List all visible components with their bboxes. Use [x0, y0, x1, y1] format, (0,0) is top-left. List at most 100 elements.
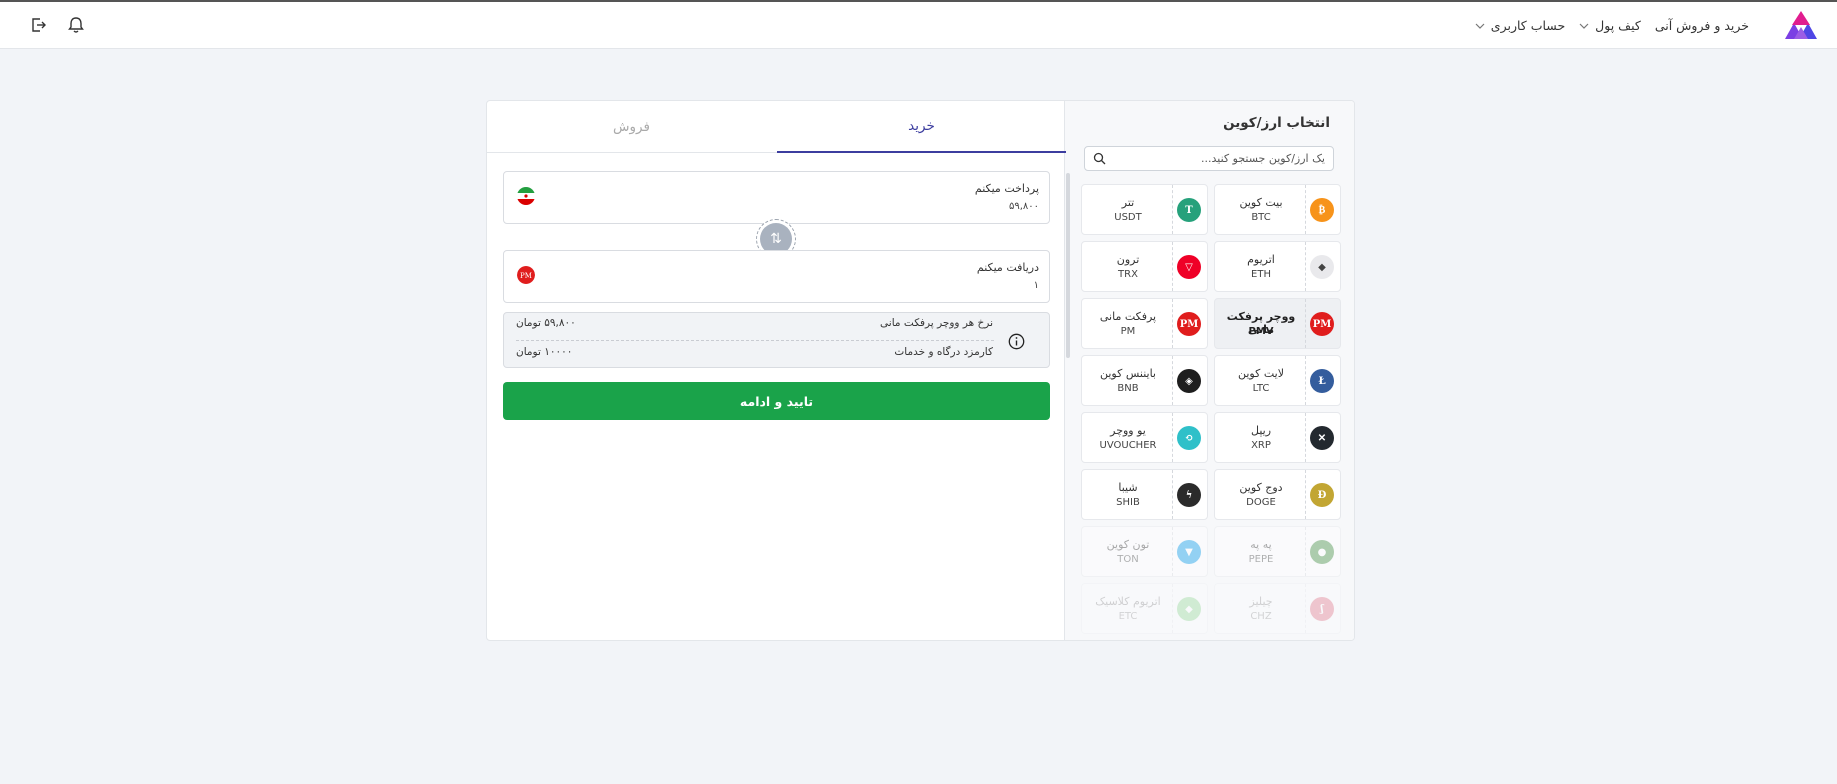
coin-symbol: BTC	[1251, 212, 1271, 223]
nav-account-label: حساب کاربری	[1490, 18, 1566, 33]
tab-sell[interactable]: فروش	[487, 101, 776, 153]
coin-item-pm[interactable]: PM پرفکت مانی PM	[1081, 298, 1208, 349]
coin-selector-panel: انتخاب ارز/کوین ₿ بیت کوین BTC T تتر USDT ◆ اتر…	[1064, 101, 1354, 640]
coin-name: ریپل	[1250, 424, 1272, 437]
coin-item-doge[interactable]: Ð دوج کوین DOGE	[1214, 469, 1341, 520]
coin-divider	[1305, 470, 1306, 519]
tron-icon: ▽	[1177, 255, 1201, 279]
nav-instant-trade-label: خرید و فروش آنی	[1654, 18, 1749, 33]
shiba-icon: ϟ	[1177, 483, 1201, 507]
pay-field[interactable]: پرداخت میکنم ۵۹,۸۰۰	[503, 171, 1050, 224]
coin-symbol: DOGE	[1246, 497, 1276, 508]
coin-item-eth[interactable]: ◆ اتریوم ETH	[1214, 241, 1341, 292]
coin-item-chz[interactable]: ʃ چیلیز CHZ	[1214, 583, 1341, 634]
logo-icon[interactable]	[1782, 9, 1820, 43]
logout-icon[interactable]	[28, 15, 48, 35]
coin-item-shib[interactable]: ϟ شیبا SHIB	[1081, 469, 1208, 520]
coin-item-usdt[interactable]: T تتر USDT	[1081, 184, 1208, 235]
coin-name: پرفکت مانی	[1099, 310, 1157, 323]
coin-divider	[1172, 584, 1173, 633]
trade-tabs: خرید فروش	[487, 101, 1066, 153]
chevron-down-icon	[1579, 23, 1589, 29]
coin-item-pepe[interactable]: ● په په PEPE	[1214, 526, 1341, 577]
coin-item-etc[interactable]: ◆ اتریوم کلاسیک ETC	[1081, 583, 1208, 634]
coin-item-bnb[interactable]: ◈ بایننس کوین BNB	[1081, 355, 1208, 406]
iran-flag-icon	[517, 187, 535, 205]
litecoin-icon: Ł	[1310, 369, 1334, 393]
rate-info-box: نرخ هر ووچر پرفکت مانی ۵۹,۸۰۰ تومان کارم…	[503, 312, 1050, 368]
coin-item-xrp[interactable]: ✕ ریپل XRP	[1214, 412, 1341, 463]
coin-divider	[1305, 413, 1306, 462]
pay-amount[interactable]: ۵۹,۸۰۰	[1009, 201, 1039, 212]
coin-item-ton[interactable]: ▼ تون کوین TON	[1081, 526, 1208, 577]
tab-buy[interactable]: خرید	[777, 101, 1066, 153]
nav-wallet-label: کیف پول	[1595, 18, 1641, 33]
info-divider	[516, 340, 994, 341]
coin-name: بیت کوین	[1239, 196, 1283, 209]
nav-account[interactable]: حساب کاربری	[1475, 18, 1565, 33]
coin-name: شیبا	[1118, 481, 1138, 494]
coin-name: اتریوم کلاسیک	[1095, 595, 1161, 608]
coin-name: چیلیز	[1249, 595, 1273, 608]
coin-item-ltc[interactable]: Ł لایت کوین LTC	[1214, 355, 1341, 406]
search-icon	[1093, 152, 1106, 165]
fee-label: کارمزد درگاه و خدمات	[894, 346, 993, 358]
receive-label: دریافت میکنم	[976, 261, 1039, 274]
trade-card: انتخاب ارز/کوین ₿ بیت کوین BTC T تتر USDT ◆ اتر…	[486, 100, 1355, 641]
rate-value: ۵۹,۸۰۰ تومان	[516, 317, 576, 329]
pay-label: پرداخت میکنم	[974, 182, 1039, 195]
tether-icon: T	[1177, 198, 1201, 222]
coin-symbol: PM	[1120, 326, 1136, 337]
pepe-icon: ●	[1310, 540, 1334, 564]
coin-divider	[1172, 527, 1173, 576]
coin-item-btc[interactable]: ₿ بیت کوین BTC	[1214, 184, 1341, 235]
coin-name: بایننس کوین	[1100, 367, 1156, 380]
toncoin-icon: ▼	[1177, 540, 1201, 564]
coin-divider	[1172, 185, 1173, 234]
receive-amount[interactable]: ۱	[1034, 280, 1039, 291]
coin-panel-title: انتخاب ارز/کوین	[1223, 115, 1330, 131]
main-nav: خرید و فروش آنی کیف پول حساب کاربری	[1461, 2, 1749, 49]
bell-icon[interactable]	[66, 15, 86, 35]
coin-item-uvoucher[interactable]: ⟲ یو ووچر UVOUCHER	[1081, 412, 1208, 463]
info-icon[interactable]	[1008, 333, 1025, 350]
coin-divider	[1305, 584, 1306, 633]
chevron-down-icon	[1475, 23, 1485, 29]
coin-divider	[1305, 527, 1306, 576]
xrp-icon: ✕	[1310, 426, 1334, 450]
coin-name: دوج کوین	[1239, 481, 1283, 494]
coin-item-pmv[interactable]: PM ووچر پرفکت مانی PMV	[1214, 298, 1341, 349]
bnb-icon: ◈	[1177, 369, 1201, 393]
coin-item-trx[interactable]: ▽ ترون TRX	[1081, 241, 1208, 292]
rate-label: نرخ هر ووچر پرفکت مانی	[880, 317, 993, 329]
nav-instant-trade[interactable]: خرید و فروش آنی	[1655, 18, 1749, 33]
coin-symbol: TON	[1117, 554, 1139, 565]
coin-symbol: TRX	[1118, 269, 1138, 280]
nav-wallet[interactable]: کیف پول	[1579, 18, 1641, 33]
coin-symbol: SHIB	[1116, 497, 1140, 508]
coin-divider	[1172, 470, 1173, 519]
confirm-continue-button[interactable]: تایید و ادامه	[503, 382, 1050, 420]
coin-symbol: CHZ	[1250, 611, 1272, 622]
coin-search-input[interactable]	[1106, 152, 1325, 165]
rate-row: نرخ هر ووچر پرفکت مانی ۵۹,۸۰۰ تومان	[516, 314, 993, 334]
ethereum-classic-icon: ◆	[1177, 597, 1201, 621]
perfect-money-icon: PM	[517, 266, 535, 284]
coin-divider	[1305, 242, 1306, 291]
fee-value: ۱۰۰۰۰ تومان	[516, 346, 573, 358]
coin-name: په په	[1250, 538, 1272, 551]
coin-divider	[1305, 356, 1306, 405]
perfect-money-icon: PM	[1177, 312, 1201, 336]
coin-name: لایت کوین	[1238, 367, 1284, 380]
coin-divider	[1172, 413, 1173, 462]
ethereum-icon: ◆	[1310, 255, 1334, 279]
coin-symbol: BNB	[1117, 383, 1139, 394]
coin-symbol: ETC	[1118, 611, 1138, 622]
dogecoin-icon: Ð	[1310, 483, 1334, 507]
coin-symbol: UVOUCHER	[1099, 440, 1157, 451]
coin-list-scrollbar[interactable]	[1066, 173, 1070, 358]
coin-search-box[interactable]	[1084, 146, 1334, 171]
chiliz-icon: ʃ	[1310, 597, 1334, 621]
receive-field[interactable]: دریافت میکنم ۱ PM	[503, 250, 1050, 303]
fee-row: کارمزد درگاه و خدمات ۱۰۰۰۰ تومان	[516, 343, 993, 363]
